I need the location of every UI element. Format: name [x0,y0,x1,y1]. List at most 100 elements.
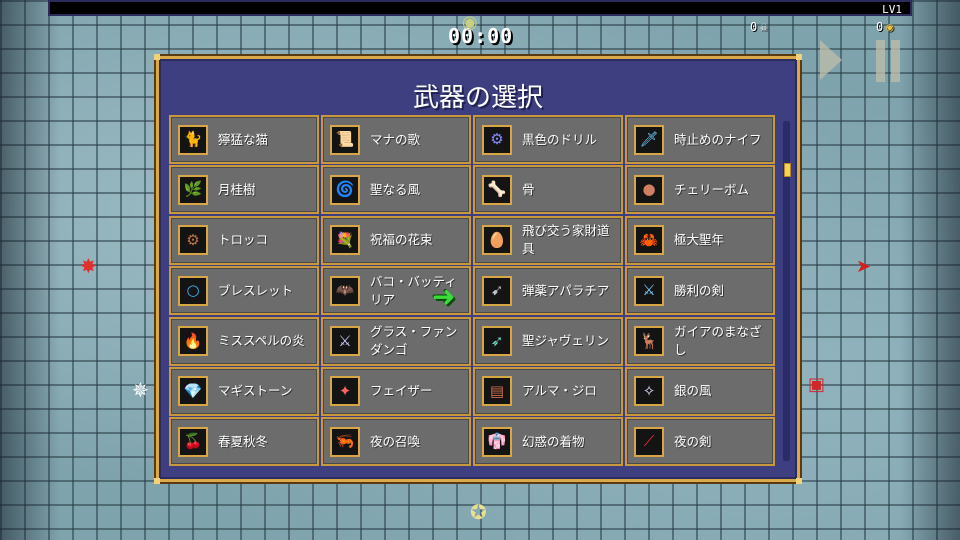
weapon-name: 飛び交う家財道具 [522,223,610,257]
weapon-cell[interactable]: 👘 幻惑の着物 [473,417,623,467]
crab-icon: 🦀 [634,225,664,256]
cabinet-icon: ▤ [482,376,512,407]
gold-counter: 0 ◉ [876,20,893,34]
bracelet-icon: ○ [178,275,208,306]
weapon-cell[interactable]: 💎 マギストーン [169,366,319,416]
weapon-grid: 🐈 獰猛な猫 📜 マナの歌 ⚙ 黒色のドリル 🗡 時止めのナイフ 🌿 月桂樹 🌀 聖なる風 🦴 骨 ● チェリ… [169,115,775,467]
weapon-name: 極大聖年 [674,232,725,248]
weapon-selection-panel: 武器の選択 🐈 獰猛な猫 📜 マナの歌 ⚙ 黒色のドリル 🗡 時止めのナイフ 🌿 月桂樹 🌀 聖なる風… [154,54,802,484]
weapon-name: 獰猛な猫 [218,131,269,147]
player-sprite: ✪ [470,500,487,524]
play-icon[interactable] [820,40,842,80]
panel-title: 武器の選択 [412,83,543,113]
bat-sprite-right: ➤ [856,256,872,277]
experience-bar: LV1 [48,0,912,16]
chest-sprite: ▣ [808,374,826,395]
panel-corner-br [796,478,802,484]
weapon-cell[interactable]: 🦌 ガイアのまなざし [625,316,775,366]
pause-button[interactable] [876,40,902,82]
weapon-name: 勝利の剣 [674,282,725,298]
weapon-cell[interactable]: ⚙ トロッコ [169,215,319,265]
skeleton-sprite: ✵ [132,378,149,402]
kill-count: 0 [750,20,758,34]
pause-bar-left [876,40,885,82]
weapon-cell[interactable]: 🌀 聖なる風 [321,165,471,215]
weapon-cell[interactable]: ➹ 弾薬アパラチア [473,266,623,316]
phaser-icon: ✦ [330,376,360,407]
egg-icon: 🥚 [482,225,512,256]
weapon-cell[interactable]: ▤ アルマ・ジロ [473,366,623,416]
weapon-cell[interactable]: ⟋ 夜の剣 [625,417,775,467]
weapon-name: 祝福の花束 [370,232,433,248]
skull-icon: ☠ [760,20,768,34]
right-shadow [900,0,960,540]
shrimp-icon: 🦐 [330,426,360,457]
bone-icon: 🦴 [482,174,512,205]
weapon-cell[interactable]: 💐 祝福の花束 [321,215,471,265]
weapon-cell[interactable]: 🗡 時止めのナイフ [625,115,775,164]
weapon-cell[interactable]: ⚙ 黒色のドリル [473,115,623,164]
scroll-icon: 📜 [330,124,360,155]
cherry-bomb-icon: ● [634,174,664,205]
weapon-name: 夜の剣 [674,433,712,449]
wind-icon: ✧ [634,376,664,407]
weapon-cell[interactable]: ➶ 聖ジャヴェリン [473,316,623,366]
weapon-name: 幻惑の着物 [522,433,585,449]
kill-counter: 0 ☠ [750,20,767,34]
weapon-name: 黒色のドリル [522,131,598,147]
weapon-cell[interactable]: ✧ 銀の風 [625,366,775,416]
weapon-cell[interactable]: 🥚 飛び交う家財道具 [473,215,623,265]
cart-wheel-icon: ⚙ [178,225,208,256]
weapon-name: ミススペルの炎 [218,333,305,349]
weapon-cell[interactable]: 🐈 獰猛な猫 [169,115,319,164]
berries-icon: 🍒 [178,426,208,457]
weapon-name: アルマ・ジロ [522,383,597,399]
weapon-name: 時止めのナイフ [674,131,762,147]
drill-icon: ⚙ [482,124,512,155]
weapon-cell[interactable]: ✦ フェイザー [321,366,471,416]
weapon-name: チェリーボム [674,181,750,197]
weapon-name: グラス・ファンダンゴ [370,324,458,358]
eye-bat-sprite: ◉ [462,12,478,33]
bouquet-icon: 💐 [330,225,360,256]
fire-icon: 🔥 [178,326,208,357]
level-label: LV1 [882,3,902,16]
selection-arrow-icon: ➜ [432,280,456,313]
cat-icon: 🐈 [178,124,208,155]
weapon-name: 月桂樹 [218,181,256,197]
weapon-cell[interactable]: ● チェリーボム [625,165,775,215]
gem-icon: 💎 [178,376,208,407]
left-shadow [0,0,60,540]
weapon-cell[interactable]: 🔥 ミススペルの炎 [169,316,319,366]
sword-icon: ⚔ [330,326,360,357]
laurel-icon: 🌿 [178,174,208,205]
gold-count: 0 [876,20,884,34]
weapon-cell[interactable]: 📜 マナの歌 [321,115,471,164]
survival-timer: 00:00 [448,24,514,48]
scrollbar-thumb[interactable] [784,163,791,177]
weapon-name: 春夏秋冬 [218,433,269,449]
weapon-cell[interactable]: ⚔ グラス・ファンダンゴ [321,316,471,366]
panel-corner-tl [154,54,160,60]
sword-icon: ⚔ [634,275,664,306]
pause-bar-right [891,40,900,82]
bat-sprite-left: ✸ [80,254,97,278]
weapon-name: 骨 [522,181,535,197]
weapon-cell[interactable]: 🦀 極大聖年 [625,215,775,265]
weapon-name: ブレスレット [218,282,294,298]
weapon-cell[interactable]: 🌿 月桂樹 [169,165,319,215]
scythe-icon: ⟋ [634,426,664,457]
weapon-name: トロッコ [218,232,269,248]
weapon-cell[interactable]: ○ ブレスレット [169,266,319,316]
weapon-name: 聖ジャヴェリン [522,333,609,349]
weapon-name: 弾薬アパラチア [522,282,610,298]
weapon-name: 銀の風 [674,383,712,399]
weapon-cell[interactable]: ⚔ 勝利の剣 [625,266,775,316]
weapon-cell[interactable]: 🍒 春夏秋冬 [169,417,319,467]
panel-corner-tr [796,54,802,60]
coin-icon: ◉ [886,20,894,34]
panel-corner-bl [154,478,160,484]
weapon-cell[interactable]: 🦐 夜の召喚 [321,417,471,467]
weapon-cell[interactable]: 🦴 骨 [473,165,623,215]
weapon-name: フェイザー [370,383,433,399]
